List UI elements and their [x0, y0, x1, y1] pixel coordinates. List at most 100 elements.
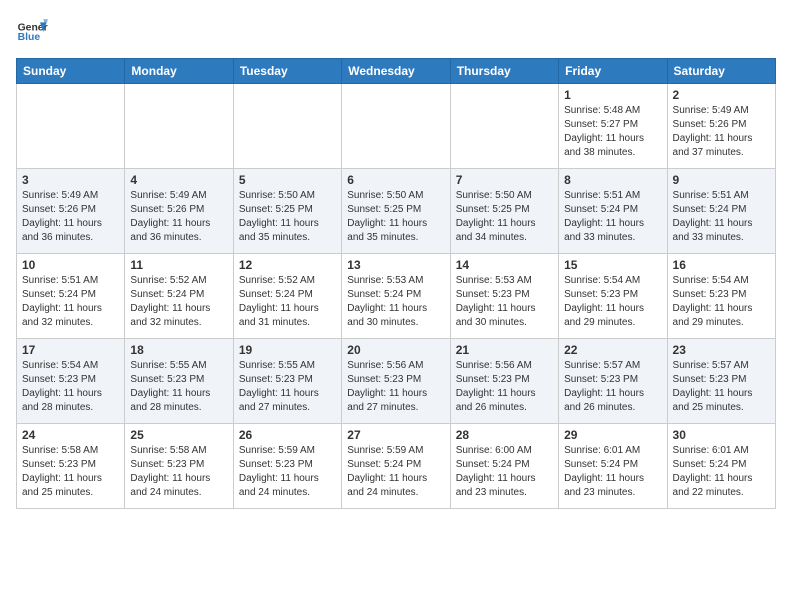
cell-info: Daylight: 11 hours: [564, 472, 661, 486]
calendar-cell: 5Sunrise: 5:50 AMSunset: 5:25 PMDaylight…: [233, 169, 341, 254]
cell-info: Sunrise: 5:50 AM: [456, 189, 553, 203]
weekday-header-sunday: Sunday: [17, 59, 125, 84]
calendar-cell: 6Sunrise: 5:50 AMSunset: 5:25 PMDaylight…: [342, 169, 450, 254]
cell-info: Sunset: 5:23 PM: [239, 373, 336, 387]
calendar-cell: 7Sunrise: 5:50 AMSunset: 5:25 PMDaylight…: [450, 169, 558, 254]
cell-info: Sunset: 5:24 PM: [456, 458, 553, 472]
cell-info: Sunrise: 5:55 AM: [239, 359, 336, 373]
calendar-cell: [233, 84, 341, 169]
cell-info: Daylight: 11 hours: [456, 387, 553, 401]
cell-info: and 24 minutes.: [347, 486, 444, 500]
weekday-header-wednesday: Wednesday: [342, 59, 450, 84]
cell-info: Sunrise: 5:56 AM: [456, 359, 553, 373]
cell-info: and 24 minutes.: [130, 486, 227, 500]
calendar-table: SundayMondayTuesdayWednesdayThursdayFrid…: [16, 58, 776, 509]
cell-info: Sunset: 5:23 PM: [564, 373, 661, 387]
day-number: 9: [673, 173, 770, 187]
day-number: 24: [22, 428, 119, 442]
cell-info: Daylight: 11 hours: [347, 472, 444, 486]
cell-info: and 28 minutes.: [130, 401, 227, 415]
cell-info: Sunset: 5:25 PM: [347, 203, 444, 217]
cell-info: and 32 minutes.: [130, 316, 227, 330]
cell-info: and 33 minutes.: [564, 231, 661, 245]
page-header: General Blue: [16, 16, 776, 48]
day-number: 8: [564, 173, 661, 187]
cell-info: Sunrise: 5:52 AM: [130, 274, 227, 288]
calendar-cell: 21Sunrise: 5:56 AMSunset: 5:23 PMDayligh…: [450, 339, 558, 424]
day-number: 26: [239, 428, 336, 442]
cell-info: Daylight: 11 hours: [347, 387, 444, 401]
logo-icon: General Blue: [16, 16, 48, 48]
calendar-cell: 24Sunrise: 5:58 AMSunset: 5:23 PMDayligh…: [17, 424, 125, 509]
day-number: 28: [456, 428, 553, 442]
logo: General Blue: [16, 16, 48, 48]
cell-info: Sunset: 5:24 PM: [239, 288, 336, 302]
cell-info: and 36 minutes.: [22, 231, 119, 245]
weekday-header-thursday: Thursday: [450, 59, 558, 84]
week-row-2: 3 Sunrise: 5:49 AM Sunset: 5:26 PM Daylight…: [17, 169, 776, 254]
cell-info: Sunset: 5:23 PM: [239, 458, 336, 472]
cell-info: Sunrise: 5:58 AM: [22, 444, 119, 458]
cell-info: Sunset: 5:27 PM: [564, 118, 661, 132]
cell-info: and 33 minutes.: [673, 231, 770, 245]
cell-info: Sunset: 5:23 PM: [22, 373, 119, 387]
cell-info: and 22 minutes.: [673, 486, 770, 500]
cell-info: and 27 minutes.: [239, 401, 336, 415]
week-row-3: 10 Sunrise: 5:51 AM Sunset: 5:24 PM Dayligh…: [17, 254, 776, 339]
cell-info: Sunrise: 5:57 AM: [673, 359, 770, 373]
cell-info: and 35 minutes.: [239, 231, 336, 245]
calendar-cell: 30Sunrise: 6:01 AMSunset: 5:24 PMDayligh…: [667, 424, 775, 509]
calendar-cell: [450, 84, 558, 169]
week-row-4: 17Sunrise: 5:54 AMSunset: 5:23 PMDayligh…: [17, 339, 776, 424]
day-number: 30: [673, 428, 770, 442]
cell-info: Sunrise: 5:51 AM: [22, 274, 119, 288]
cell-info: Daylight: 11 hours: [130, 217, 227, 231]
day-number: 18: [130, 343, 227, 357]
cell-info: and 29 minutes.: [564, 316, 661, 330]
cell-info: Sunset: 5:23 PM: [456, 288, 553, 302]
cell-info: Sunrise: 5:48 AM: [564, 104, 661, 118]
cell-info: Sunrise: 5:52 AM: [239, 274, 336, 288]
cell-info: Sunrise: 5:49 AM: [673, 104, 770, 118]
cell-info: Sunrise: 5:58 AM: [130, 444, 227, 458]
week-row-1: 1Sunrise: 5:48 AMSunset: 5:27 PMDaylight…: [17, 84, 776, 169]
cell-info: Daylight: 11 hours: [456, 217, 553, 231]
cell-info: Daylight: 11 hours: [564, 217, 661, 231]
day-number: 10: [22, 258, 119, 272]
cell-info: Daylight: 11 hours: [130, 472, 227, 486]
cell-info: Sunrise: 5:53 AM: [347, 274, 444, 288]
cell-info: and 31 minutes.: [239, 316, 336, 330]
cell-info: Sunrise: 5:54 AM: [564, 274, 661, 288]
calendar-cell: [17, 84, 125, 169]
cell-info: Sunrise: 5:49 AM: [130, 189, 227, 203]
cell-info: Daylight: 11 hours: [239, 472, 336, 486]
calendar-cell: 25Sunrise: 5:58 AMSunset: 5:23 PMDayligh…: [125, 424, 233, 509]
calendar-cell: 15Sunrise: 5:54 AMSunset: 5:23 PMDayligh…: [559, 254, 667, 339]
cell-info: Sunset: 5:24 PM: [673, 203, 770, 217]
day-number: 21: [456, 343, 553, 357]
calendar-cell: 12Sunrise: 5:52 AMSunset: 5:24 PMDayligh…: [233, 254, 341, 339]
calendar-cell: 14Sunrise: 5:53 AMSunset: 5:23 PMDayligh…: [450, 254, 558, 339]
cell-info: Daylight: 11 hours: [22, 472, 119, 486]
cell-info: Sunset: 5:25 PM: [239, 203, 336, 217]
cell-info: and 23 minutes.: [456, 486, 553, 500]
cell-info: and 25 minutes.: [673, 401, 770, 415]
cell-info: Sunset: 5:26 PM: [673, 118, 770, 132]
cell-info: Sunset: 5:26 PM: [22, 203, 119, 217]
day-number: 20: [347, 343, 444, 357]
cell-info: Sunset: 5:23 PM: [347, 373, 444, 387]
cell-info: Sunrise: 6:00 AM: [456, 444, 553, 458]
calendar-cell: 2Sunrise: 5:49 AMSunset: 5:26 PMDaylight…: [667, 84, 775, 169]
calendar-cell: 4Sunrise: 5:49 AMSunset: 5:26 PMDaylight…: [125, 169, 233, 254]
weekday-header-friday: Friday: [559, 59, 667, 84]
calendar-cell: 1Sunrise: 5:48 AMSunset: 5:27 PMDaylight…: [559, 84, 667, 169]
cell-info: Daylight: 11 hours: [347, 302, 444, 316]
cell-info: Daylight: 11 hours: [22, 387, 119, 401]
cell-info: and 25 minutes.: [22, 486, 119, 500]
day-number: 3: [22, 173, 119, 187]
cell-info: and 37 minutes.: [673, 146, 770, 160]
weekday-header-saturday: Saturday: [667, 59, 775, 84]
calendar-cell: 27Sunrise: 5:59 AMSunset: 5:24 PMDayligh…: [342, 424, 450, 509]
cell-info: Daylight: 11 hours: [673, 217, 770, 231]
cell-info: and 27 minutes.: [347, 401, 444, 415]
